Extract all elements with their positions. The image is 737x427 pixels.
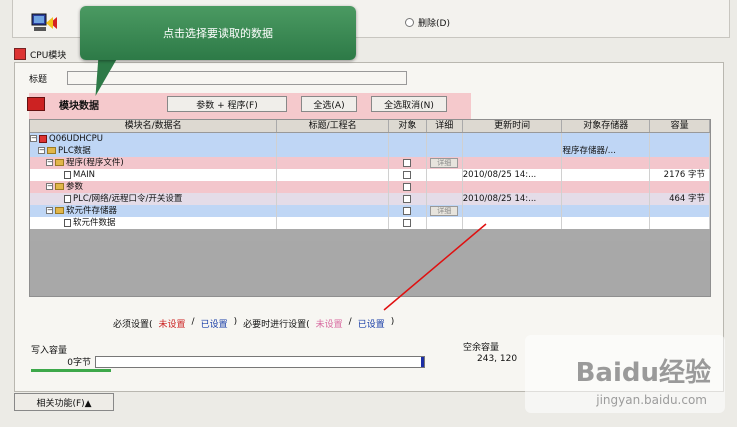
params-program-button[interactable]: 参数 + 程序(F) <box>167 96 287 112</box>
col-memory[interactable]: 对象存储器 <box>562 120 651 132</box>
device-data-icon <box>64 218 71 227</box>
delete-radio[interactable]: 删除(D) <box>405 16 450 29</box>
row-name: 软元件存储器 <box>66 206 118 216</box>
watermark-url: jingyan.baidu.com <box>596 393 707 407</box>
col-target[interactable]: 对象 <box>389 120 427 132</box>
row-name: 软元件数据 <box>73 218 116 228</box>
device-memory-folder-icon <box>55 207 64 214</box>
required-set: 已设置 <box>200 320 228 330</box>
deselect-all-button[interactable]: 全选取消(N) <box>371 96 447 112</box>
row-time: 2010/08/25 14:... <box>462 169 563 181</box>
needed-unset: 未设置 <box>315 320 343 330</box>
paren-close: ) <box>390 317 395 327</box>
collapse-icon[interactable]: − <box>46 159 53 166</box>
col-detail[interactable]: 详细 <box>427 120 463 132</box>
needed-label: 必要时进行设置( <box>243 320 310 330</box>
capacity-bar <box>95 355 425 368</box>
required-label: 必须设置( <box>113 320 153 330</box>
module-title: 模块数据 <box>59 100 99 112</box>
select-all-button[interactable]: 全选(A) <box>301 96 357 112</box>
folder-icon <box>47 147 56 154</box>
cpu-icon <box>39 134 47 143</box>
free-capacity-label: 空余容量 <box>463 343 500 353</box>
grid-empty-area <box>30 241 710 296</box>
needed-set: 已设置 <box>357 320 385 330</box>
row-name: 参数 <box>66 182 84 192</box>
table-row[interactable]: − 参数 <box>30 181 710 193</box>
table-row[interactable]: − 软元件存储器 详细 <box>30 205 710 217</box>
col-size[interactable]: 容量 <box>650 120 710 132</box>
collapse-icon[interactable]: − <box>46 207 53 214</box>
grid-header: 模块名/数据名 标题/工程名 对象 详细 更新时间 对象存储器 容量 <box>30 120 710 133</box>
col-label[interactable]: 标题/工程名 <box>277 120 389 132</box>
slash: / <box>191 317 195 327</box>
capacity-value: 0字节 <box>67 358 91 368</box>
related-functions-button[interactable]: 相关功能(F)▲ <box>14 393 114 411</box>
module-data-icon <box>27 97 45 111</box>
module-data-grid: 模块名/数据名 标题/工程名 对象 详细 更新时间 对象存储器 容量 − Q06U… <box>29 119 711 297</box>
row-name: MAIN <box>73 170 96 180</box>
program-file-icon <box>64 170 71 179</box>
row-size: 2176 字节 <box>650 169 710 181</box>
collapse-icon[interactable]: − <box>30 135 37 142</box>
table-row[interactable]: − 程序(程序文件) 详细 <box>30 157 710 169</box>
free-capacity: 空余容量 243, 120 <box>463 343 517 365</box>
table-row[interactable]: − PLC数据 程序存储器/... <box>30 145 710 157</box>
row-time: 2010/08/25 14:... <box>462 193 563 205</box>
row-name: PLC数据 <box>58 146 91 156</box>
row-name: 程序(程序文件) <box>66 158 124 168</box>
collapse-icon[interactable]: − <box>46 183 53 190</box>
target-checkbox[interactable] <box>403 219 412 227</box>
module-header: 模块数据 参数 + 程序(F) 全选(A) 全选取消(N) <box>27 96 447 112</box>
tab-cpu-module[interactable]: CPU模块 <box>14 44 66 64</box>
required-unset: 未设置 <box>158 320 186 330</box>
read-from-plc-icon[interactable] <box>31 12 59 34</box>
col-time[interactable]: 更新时间 <box>463 120 563 132</box>
slash: / <box>348 317 352 327</box>
settings-legend: 必须设置( 未设置 / 已设置 ) 必要时进行设置( 未设置 / 已设置 ) <box>113 317 394 330</box>
paren-close: ) <box>233 317 238 327</box>
radio-circle[interactable] <box>405 18 414 27</box>
title-label: 标题 <box>29 74 48 85</box>
capacity-indicator <box>31 369 111 372</box>
tab-label: CPU模块 <box>30 50 67 61</box>
free-capacity-value: 243, 120 <box>477 354 518 364</box>
target-checkbox[interactable] <box>403 171 412 179</box>
row-name: PLC/网络/远程口令/开关设置 <box>73 194 183 204</box>
table-row[interactable]: MAIN 2010/08/25 14:... 2176 字节 <box>30 169 710 181</box>
parameter-file-icon <box>64 194 71 203</box>
detail-button[interactable]: 详细 <box>430 206 459 216</box>
target-checkbox[interactable] <box>403 159 412 167</box>
cpu-module-icon <box>14 48 26 60</box>
row-size: 464 字节 <box>650 193 710 205</box>
title-row: 标题 <box>29 71 408 85</box>
instruction-tooltip: 点击选择要读取的数据 <box>80 6 356 60</box>
target-checkbox[interactable] <box>403 183 412 191</box>
delete-label: 删除(D) <box>418 19 450 29</box>
program-folder-icon <box>55 159 64 166</box>
row-memory: 程序存储器/... <box>562 145 651 157</box>
capacity-row: 0字节 <box>31 355 425 368</box>
table-row[interactable]: − Q06UDHCPU <box>30 133 710 145</box>
parameter-folder-icon <box>55 183 64 190</box>
table-row[interactable]: 软元件数据 <box>30 217 710 229</box>
target-checkbox[interactable] <box>403 195 412 203</box>
col-name[interactable]: 模块名/数据名 <box>30 120 278 132</box>
table-row[interactable]: PLC/网络/远程口令/开关设置 2010/08/25 14:... 464 字… <box>30 193 710 205</box>
detail-button[interactable]: 详细 <box>430 158 459 168</box>
title-input[interactable] <box>67 71 408 85</box>
row-name: Q06UDHCPU <box>49 134 103 144</box>
target-checkbox[interactable] <box>403 207 412 215</box>
collapse-icon[interactable]: − <box>38 147 45 154</box>
watermark-logo: Baidu经验 <box>575 358 711 388</box>
